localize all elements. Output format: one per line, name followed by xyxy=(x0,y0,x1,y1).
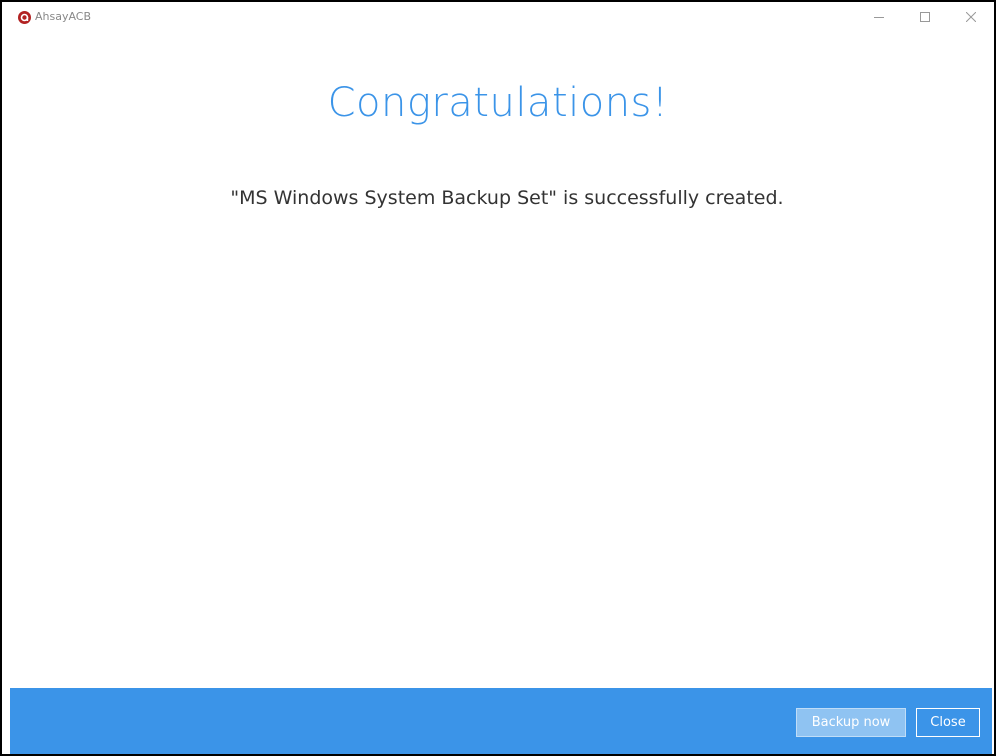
window-title: AhsayACB xyxy=(35,10,92,23)
maximize-button[interactable] xyxy=(902,2,948,32)
minimize-icon xyxy=(874,17,884,18)
maximize-icon xyxy=(920,12,930,22)
footer-bar: Backup now Close xyxy=(10,688,992,754)
app-window: AhsayACB Congratulations! "MS Windows Sy… xyxy=(0,0,996,756)
close-icon xyxy=(966,12,976,22)
title-bar[interactable]: AhsayACB xyxy=(2,2,994,32)
window-controls xyxy=(856,2,994,32)
close-window-button[interactable] xyxy=(948,2,994,32)
congratulations-heading: Congratulations! xyxy=(327,80,669,126)
backup-now-button[interactable]: Backup now xyxy=(796,708,906,737)
close-button[interactable]: Close xyxy=(916,708,980,737)
minimize-button[interactable] xyxy=(856,2,902,32)
success-message: "MS Windows System Backup Set" is succes… xyxy=(230,187,784,209)
ahsay-logo-icon xyxy=(18,11,31,24)
